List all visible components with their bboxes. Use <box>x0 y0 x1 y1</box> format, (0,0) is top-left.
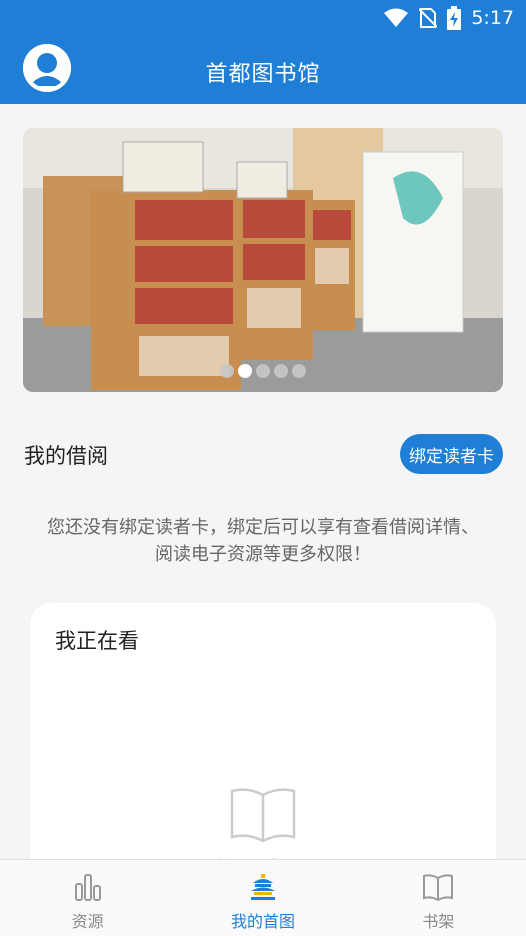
banner-carousel[interactable] <box>23 128 503 392</box>
bar-chart-icon <box>74 874 101 901</box>
app-bar: 首都图书馆 <box>0 36 526 104</box>
nav-label: 资源 <box>71 912 104 931</box>
library-bookshelf-photo <box>23 128 503 392</box>
nav-label: 我的首图 <box>230 912 295 931</box>
empty-book-icon <box>230 788 296 843</box>
currently-reading-title: 我正在看 <box>55 629 139 653</box>
bottom-nav: 资源 我的首图 书架 <box>0 859 526 936</box>
temple-icon <box>250 874 275 900</box>
page-title: 首都图书馆 <box>205 62 321 87</box>
carousel-dot[interactable] <box>292 364 306 378</box>
carousel-indicator <box>23 364 503 378</box>
status-bar: 5:17 <box>0 0 526 36</box>
carousel-dot[interactable] <box>256 364 270 378</box>
carousel-dot[interactable] <box>274 364 288 378</box>
my-borrow-title: 我的借阅 <box>24 444 108 468</box>
nav-item-bookshelf[interactable]: 书架 <box>351 860 526 936</box>
open-book-icon <box>423 874 454 901</box>
nav-item-resources[interactable]: 资源 <box>0 860 175 936</box>
carousel-dot-active[interactable] <box>238 364 252 378</box>
no-sim-icon <box>419 8 438 28</box>
nav-label: 书架 <box>422 912 455 931</box>
wifi-icon <box>384 8 409 27</box>
bind-notice: 您还没有绑定读者卡，绑定后可以享有查看借阅详情、阅读电子资源等更多权限！ <box>47 517 479 565</box>
status-time: 5:17 <box>471 7 514 29</box>
carousel-dot[interactable] <box>220 364 234 378</box>
status-icons: 5:17 <box>383 6 514 30</box>
nav-item-my-library[interactable]: 我的首图 <box>175 860 350 936</box>
battery-charging-icon <box>447 6 462 30</box>
bind-reader-card-button[interactable]: 绑定读者卡 <box>400 434 503 474</box>
